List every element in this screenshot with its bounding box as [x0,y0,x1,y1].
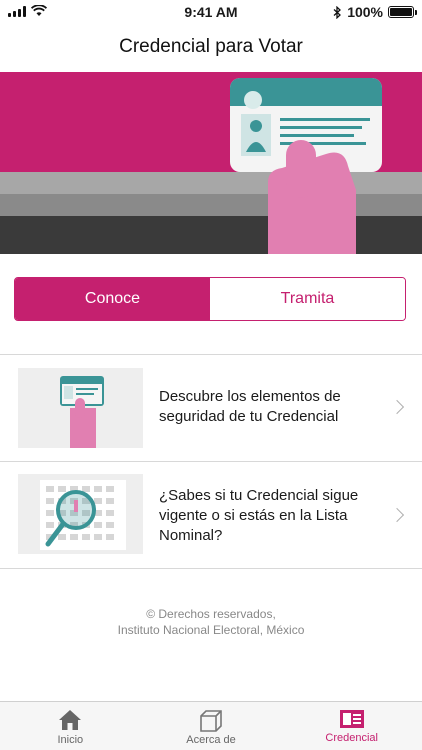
list-item-security-elements[interactable]: Descubre los elementos de seguridad de t… [0,355,422,461]
copyright-line-2: Instituto Nacional Electoral, México [117,623,305,637]
list-item-validity-check[interactable]: ¿Sabes si tu Credencial sigue vigente o … [0,462,422,568]
segment-tramita[interactable]: Tramita [210,278,405,320]
tab-credencial[interactable]: Credencial [281,702,422,750]
list-item-text: Descubre los elementos de seguridad de t… [159,388,341,425]
status-bar: 9:41 AM 100% [0,0,422,24]
tab-inicio[interactable]: Inicio [0,702,141,750]
battery-icon [388,6,417,18]
box-icon [200,710,222,732]
tab-label: Credencial [325,732,378,744]
list-item-text: ¿Sabes si tu Credencial sigue vigente o … [159,487,359,544]
thumbnail-magnifier-list [18,474,143,554]
thumbnail-card-hand [18,368,143,448]
chevron-right-icon [389,399,405,415]
battery-percent: 100% [347,4,383,20]
segment-conoce[interactable]: Conoce [15,278,210,320]
page-title: Credencial para Votar [119,36,303,57]
bluetooth-icon [333,5,342,19]
tab-acerca-de[interactable]: Acerca de [141,702,282,750]
tab-label: Acerca de [186,734,236,746]
divider [0,568,422,569]
home-icon [59,710,82,730]
id-card-icon [339,710,364,728]
chevron-right-icon [389,507,405,523]
tab-label: Inicio [57,734,84,746]
copyright-line-1: © Derechos reservados, [146,607,276,621]
status-right: 100% [333,4,417,20]
hero-illustration [0,72,422,254]
segmented-control: Conoce Tramita [14,277,406,321]
tab-bar: Inicio Acerca de Credencial [0,701,422,750]
copyright-footer: © Derechos reservados, Instituto Naciona… [0,606,422,638]
